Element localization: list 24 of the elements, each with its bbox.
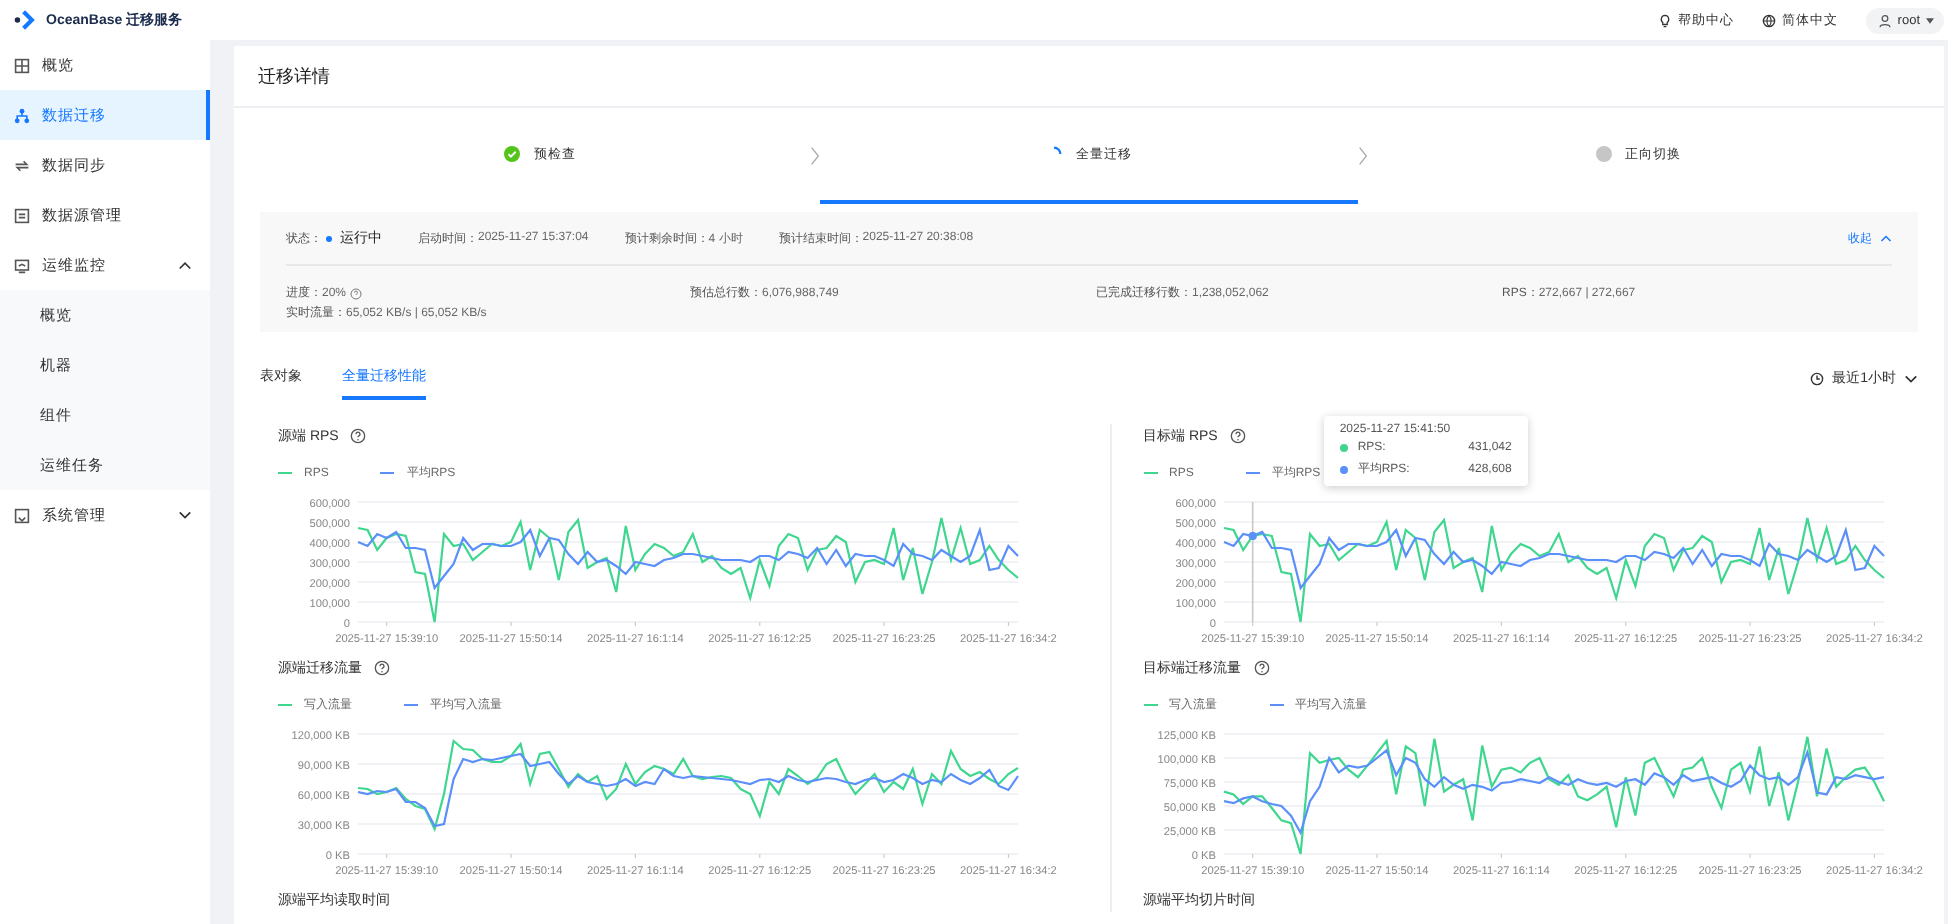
nodes-icon: [14, 107, 30, 123]
hover-line: [1250, 501, 1253, 623]
help-icon[interactable]: [1253, 660, 1269, 676]
chevron-icon: [809, 146, 820, 166]
check-circle-icon: [503, 146, 520, 162]
caret-icon: [1926, 17, 1934, 23]
clock-icon: [1810, 371, 1825, 385]
chevron-icon: [1358, 146, 1369, 166]
help-icon[interactable]: [1229, 428, 1246, 444]
pending-circle-icon: [1595, 146, 1612, 162]
page-title: 迁移详情: [258, 63, 330, 89]
caret-icon: [1880, 234, 1892, 242]
grid-icon: [14, 57, 30, 73]
user-icon: [1877, 13, 1892, 27]
lightbulb-icon: [1657, 13, 1672, 27]
help-icon[interactable]: [374, 660, 390, 676]
help-icon[interactable]: [350, 428, 367, 444]
list-icon: [14, 207, 30, 223]
caret-icon: [1904, 373, 1918, 383]
globe-icon: [1761, 13, 1776, 27]
logo-icon: [14, 10, 36, 30]
monitor-icon: [14, 257, 30, 273]
status-dot-icon: [326, 235, 332, 241]
sync-icon: [14, 157, 30, 173]
